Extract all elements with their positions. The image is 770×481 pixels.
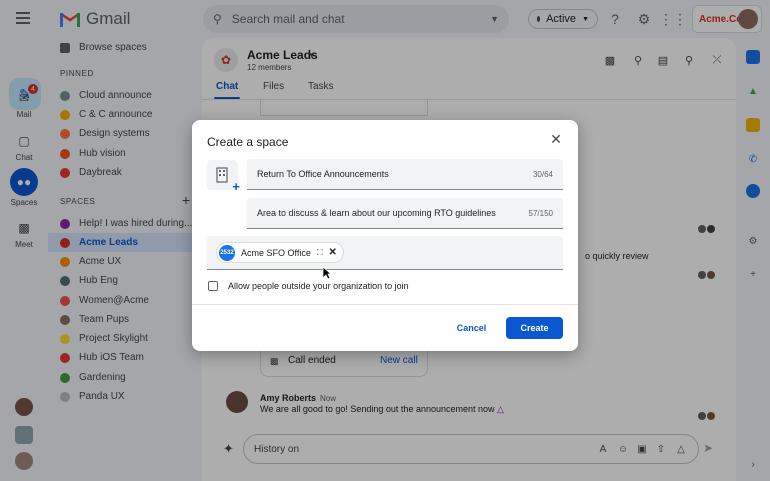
mouse-cursor-icon <box>322 266 332 280</box>
space-description-value: Area to discuss & learn about our upcomi… <box>257 208 496 218</box>
add-people-field[interactable]: 2532 Acme SFO Office ⛶ ✕ <box>207 236 563 270</box>
create-button[interactable]: Create <box>506 317 563 339</box>
character-counter: 57/150 <box>528 208 553 218</box>
space-emoji-picker[interactable]: + <box>207 160 240 194</box>
create-space-dialog: Create a space ✕ + Return To Office Anno… <box>192 120 578 351</box>
checkbox-label: Allow people outside your organization t… <box>228 281 409 291</box>
remove-chip-icon[interactable]: ✕ <box>328 247 336 258</box>
cancel-button[interactable]: Cancel <box>449 319 494 337</box>
group-avatar: 2532 <box>219 244 235 261</box>
add-icon: + <box>232 179 240 194</box>
group-chip[interactable]: 2532 Acme SFO Office ⛶ ✕ <box>216 242 344 263</box>
close-icon[interactable]: ✕ <box>548 131 564 147</box>
expand-icon[interactable]: ⛶ <box>317 248 323 258</box>
character-counter: 30/64 <box>532 169 553 179</box>
dialog-title: Create a space <box>207 135 289 149</box>
space-name-value: Return To Office Announcements <box>257 169 389 179</box>
space-description-field[interactable]: Area to discuss & learn about our upcomi… <box>247 198 563 229</box>
external-access-checkbox[interactable] <box>208 281 218 291</box>
chip-label: Acme SFO Office <box>241 247 311 258</box>
space-name-field[interactable]: Return To Office Announcements 30/64 <box>247 159 563 190</box>
external-access-option[interactable]: Allow people outside your organization t… <box>208 281 409 291</box>
divider <box>192 304 578 305</box>
building-icon <box>215 167 228 183</box>
